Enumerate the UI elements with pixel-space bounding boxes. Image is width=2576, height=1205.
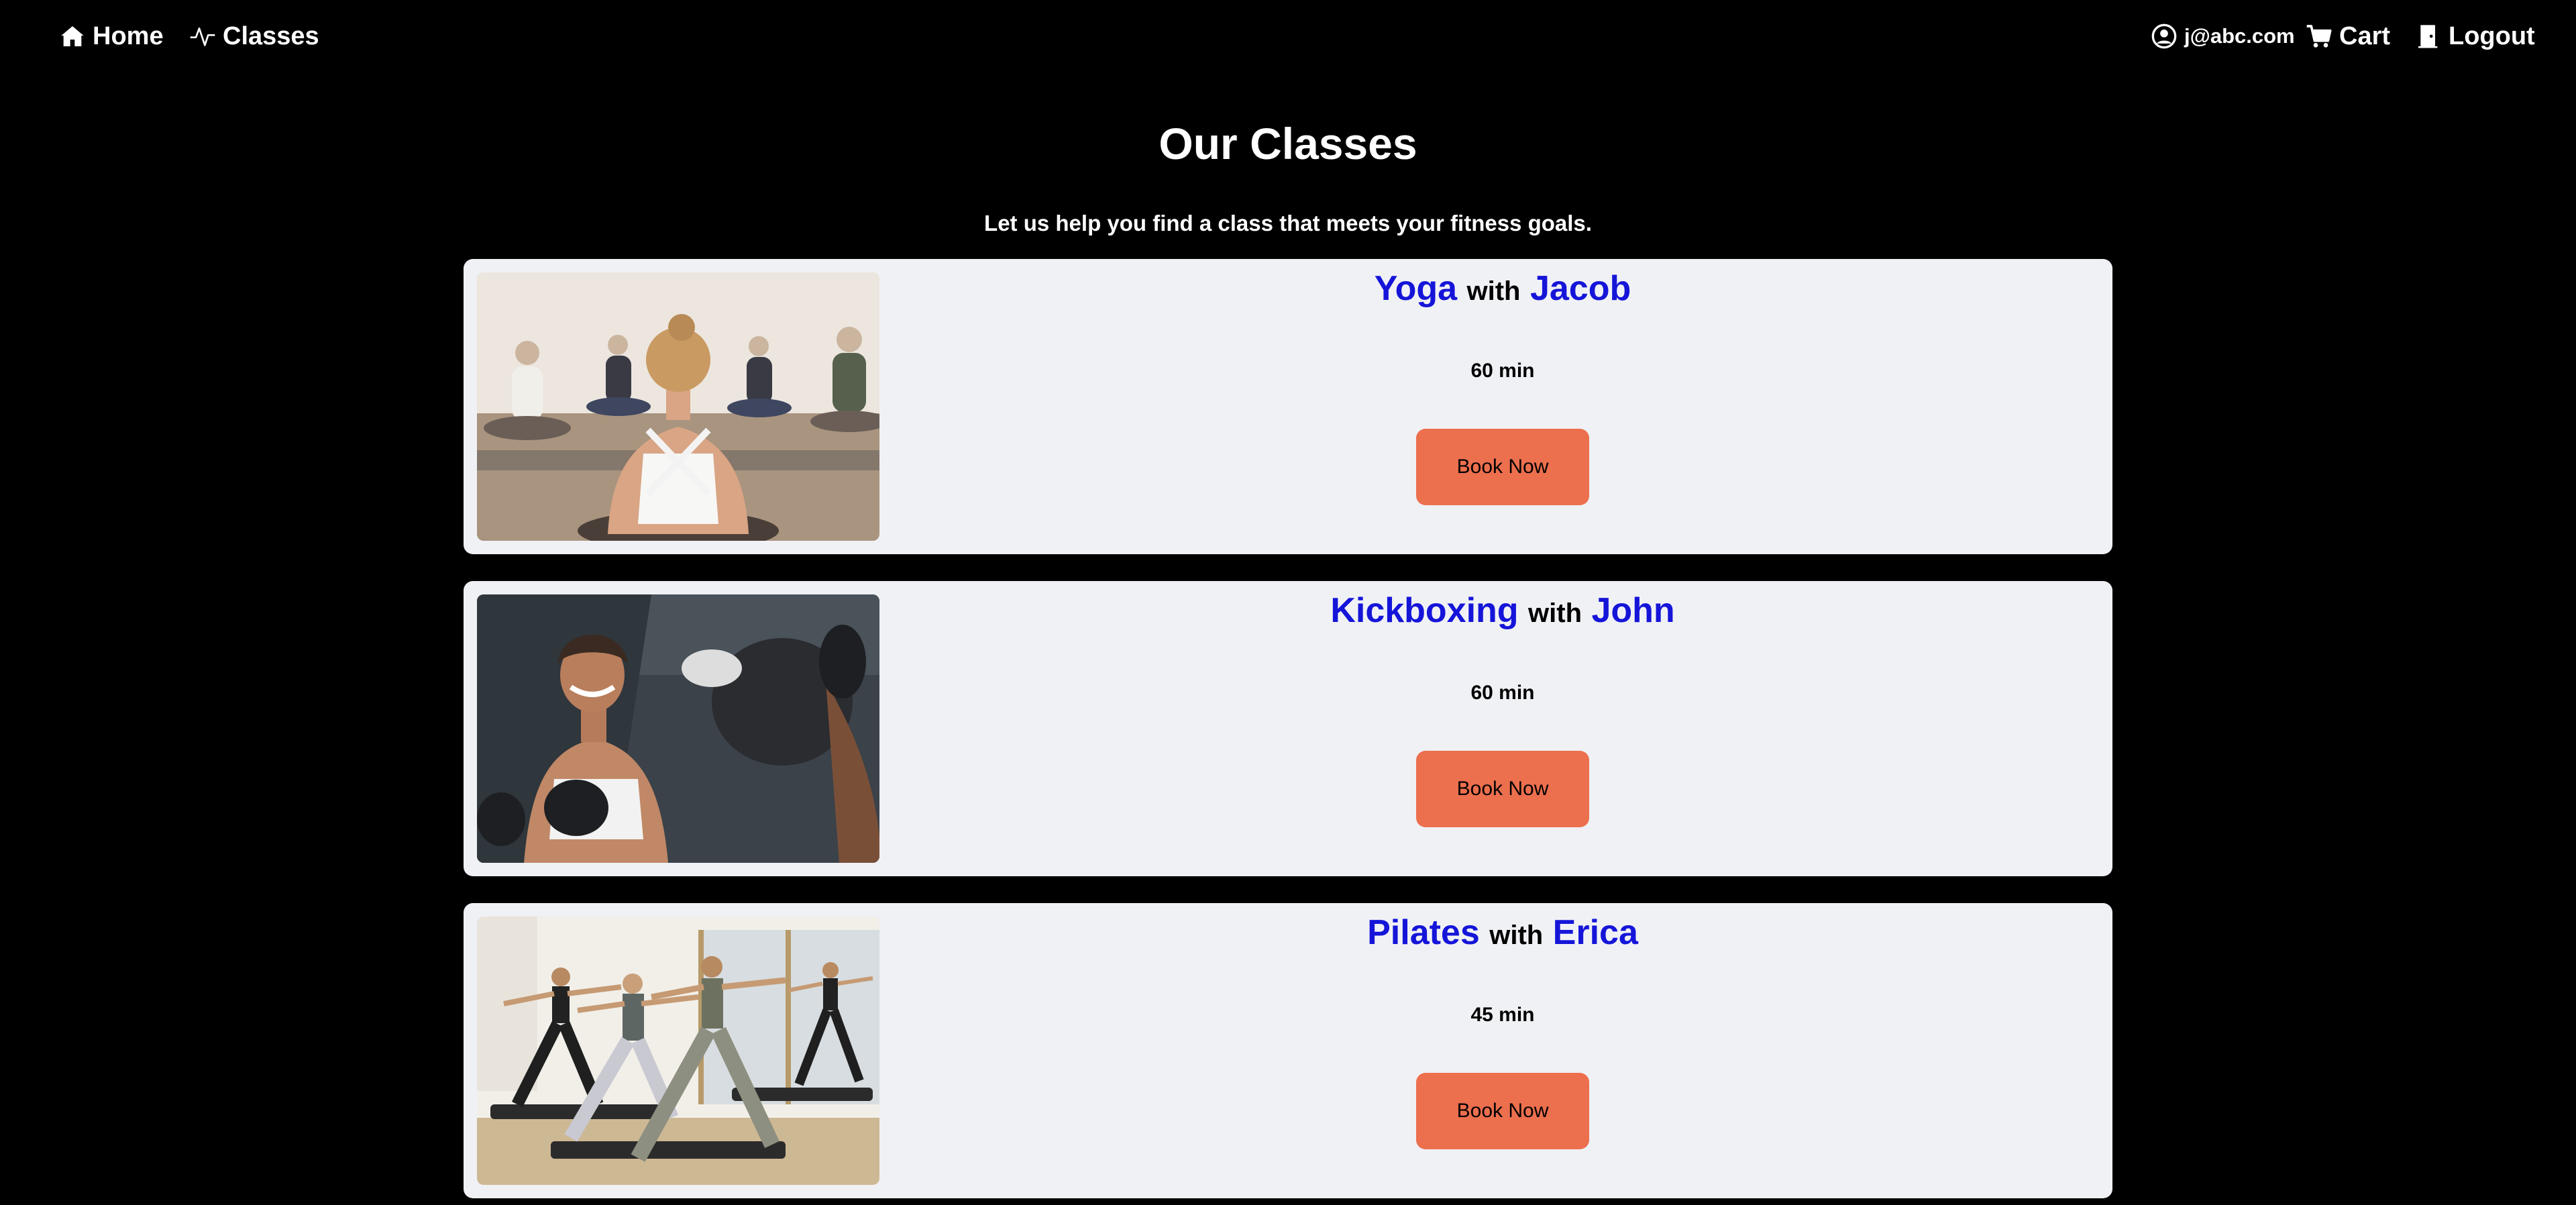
class-duration: 45 min [1470,1004,1535,1026]
home-icon [59,23,86,50]
nav-classes-link[interactable]: Classes [189,20,319,52]
book-now-button[interactable]: Book Now [1416,751,1589,827]
user-icon [2151,23,2178,50]
yoga-class-photo [477,272,879,541]
class-instructor: Erica [1552,913,1638,952]
class-card: Kickboxing with John 60 min Book Now [464,581,2112,876]
class-name: Kickboxing [1330,591,1519,630]
class-heading: Pilates with Erica [893,912,2112,953]
pilates-class-photo [477,916,879,1185]
nav-home-label: Home [93,21,164,50]
class-with: with [1528,598,1582,628]
nav-cart-label: Cart [2339,21,2391,50]
class-instructor: John [1591,591,1675,630]
class-name: Pilates [1367,913,1480,952]
nav-classes-label: Classes [223,21,319,50]
nav-cart-link[interactable]: Cart [2306,20,2390,52]
class-info: Yoga with Jacob 60 min Book Now [893,259,2112,554]
kickboxing-class-photo [477,594,879,863]
page: Home Classes j@abc.com Cart Logout Our C… [0,0,2576,1205]
class-with: with [1489,921,1544,950]
class-duration: 60 min [1470,682,1535,704]
activity-icon [189,23,216,50]
book-now-button[interactable]: Book Now [1416,1073,1589,1149]
nav-user-link[interactable]: j@abc.com [2151,20,2295,52]
class-card: Yoga with Jacob 60 min Book Now [464,259,2112,554]
cart-icon [2306,23,2332,50]
top-nav: Home Classes j@abc.com Cart Logout [0,0,2576,72]
class-info: Kickboxing with John 60 min Book Now [893,581,2112,876]
class-with: with [1466,276,1521,306]
class-card: Pilates with Erica 45 min Book Now [464,903,2112,1198]
door-icon [2415,23,2442,50]
nav-user-label: j@abc.com [2184,24,2295,48]
class-name: Yoga [1374,269,1458,308]
class-heading: Kickboxing with John [893,590,2112,631]
class-info: Pilates with Erica 45 min Book Now [893,903,2112,1198]
book-now-button[interactable]: Book Now [1416,429,1589,505]
nav-logout-link[interactable]: Logout [2415,20,2535,52]
page-title: Our Classes [1159,119,1417,168]
nav-logout-label: Logout [2449,21,2535,50]
class-heading: Yoga with Jacob [893,268,2112,309]
class-instructor: Jacob [1529,269,1631,308]
nav-home-link[interactable]: Home [59,20,164,52]
page-subtitle: Let us help you find a class that meets … [984,211,1592,235]
class-duration: 60 min [1470,360,1535,382]
